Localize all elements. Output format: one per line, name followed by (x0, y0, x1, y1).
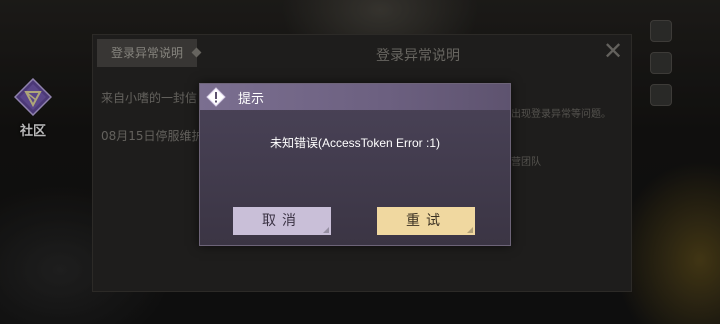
cancel-button[interactable]: 取消 (233, 207, 331, 235)
error-message: 未知错误(AccessToken Error :1) (269, 136, 441, 150)
dialog-header: 提示 (200, 84, 510, 110)
corner-decoration-icon (467, 227, 473, 233)
error-dialog: 提示 未知错误(AccessToken Error :1) 取消 重试 (199, 83, 511, 246)
retry-button-label: 重试 (406, 213, 446, 229)
cancel-button-label: 取消 (262, 213, 302, 229)
corner-decoration-icon (323, 227, 329, 233)
dialog-title: 提示 (238, 92, 265, 107)
retry-button[interactable]: 重试 (377, 207, 475, 235)
alert-diamond-icon (206, 87, 226, 107)
